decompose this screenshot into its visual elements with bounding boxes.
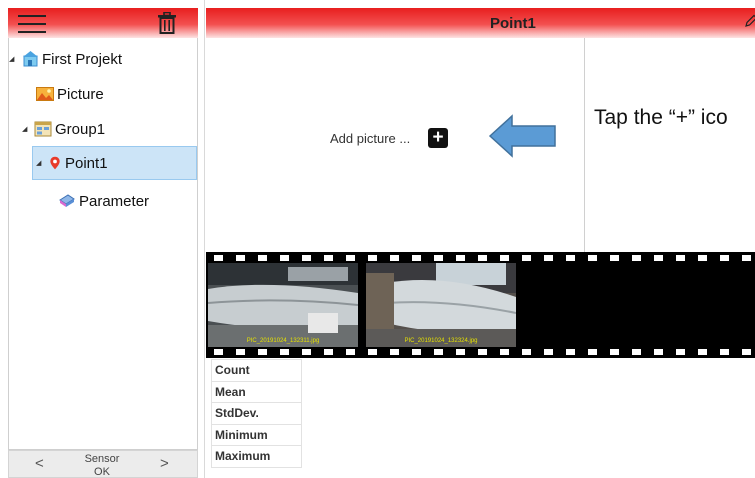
tree-item-label: Point1: [65, 154, 108, 172]
thumbnail-caption: PIC_20191024_132311.jpg: [246, 338, 320, 344]
picture-area: [206, 38, 755, 252]
expand-toggle-icon[interactable]: ◢: [22, 125, 32, 133]
next-button[interactable]: >: [160, 455, 169, 472]
content-divider: [584, 38, 585, 252]
project-icon: [23, 51, 38, 67]
filmstrip: PIC_20191024_132311.jpg PIC_20191024_132…: [206, 252, 755, 358]
location-pin-icon: [50, 156, 60, 170]
sensor-navigation: < Sensor OK >: [8, 450, 198, 478]
expand-toggle-icon[interactable]: ◢: [9, 55, 19, 63]
left-arrow-icon: [488, 114, 556, 158]
sensor-status: OK: [94, 466, 110, 478]
picture-thumbnail[interactable]: PIC_20191024_132324.jpg: [366, 263, 516, 347]
film-perforations-bottom: [206, 349, 755, 355]
picture-thumbnail[interactable]: PIC_20191024_132311.jpg: [208, 263, 358, 347]
boat-photo-icon: [208, 263, 358, 347]
boat-photo-icon: [366, 263, 516, 347]
plus-icon: +: [432, 127, 444, 148]
picture-icon: [36, 87, 54, 101]
tree-item-label: Picture: [57, 85, 104, 103]
table-row: Minimum: [211, 423, 302, 446]
trash-icon[interactable]: [157, 12, 177, 34]
sidebar-header: [8, 8, 198, 38]
stat-label-maximum: Maximum: [211, 445, 302, 468]
sensor-label: Sensor: [84, 453, 120, 465]
tree-item-group1[interactable]: ◢ Group1: [22, 112, 105, 146]
tree-item-label: Group1: [55, 120, 106, 138]
expand-toggle-icon[interactable]: ◢: [36, 159, 46, 167]
stat-label-mean: Mean: [211, 380, 302, 403]
parameter-icon: [59, 194, 75, 207]
tree-item-parameter[interactable]: Parameter: [58, 184, 149, 218]
tree-item-first-projekt[interactable]: ◢ First Projekt: [9, 42, 122, 76]
group-icon: [34, 121, 52, 137]
instruction-text: Tap the “+” ico: [594, 106, 728, 129]
previous-button[interactable]: <: [35, 455, 44, 472]
add-picture-button[interactable]: +: [428, 128, 448, 148]
stat-label-count: Count: [211, 359, 302, 382]
pencil-icon[interactable]: [744, 14, 755, 28]
film-perforations-top: [206, 255, 755, 261]
table-row: StdDev.: [211, 402, 302, 425]
thumbnail-caption: PIC_20191024_132324.jpg: [404, 338, 478, 344]
table-row: Maximum: [211, 445, 302, 468]
tree-item-label: Parameter: [79, 192, 150, 210]
statistics-table: Count Mean StdDev. Minimum Maximum: [211, 359, 302, 468]
stat-label-minimum: Minimum: [211, 423, 302, 446]
stat-label-stddev: StdDev.: [211, 402, 302, 425]
page-title: Point1: [490, 15, 536, 32]
sidebar: ◢ First Projekt Picture ◢ Group1 ◢ Point…: [0, 0, 205, 478]
tree-item-label: First Projekt: [42, 50, 123, 68]
tree-item-point1[interactable]: ◢ Point1: [32, 146, 197, 180]
title-bar: Point1: [206, 8, 755, 38]
table-row: Count: [211, 359, 302, 382]
tree-item-picture[interactable]: Picture: [36, 77, 104, 111]
hamburger-menu-icon[interactable]: [18, 15, 46, 33]
add-picture-label: Add picture ...: [330, 131, 411, 146]
table-row: Mean: [211, 380, 302, 403]
